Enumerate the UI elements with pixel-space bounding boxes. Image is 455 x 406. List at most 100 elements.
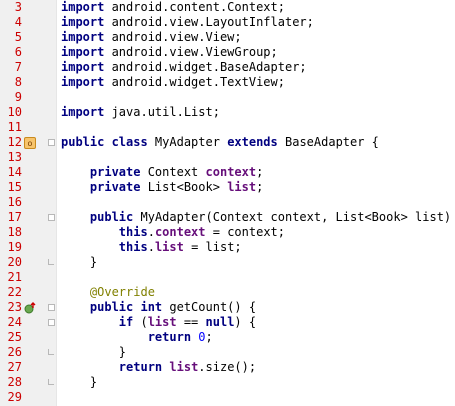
code-text: import android.view.ViewGroup; <box>61 45 278 60</box>
code-text: } <box>61 375 97 390</box>
code-token: = context; <box>205 225 285 239</box>
code-line[interactable]: public class MyAdapter extends BaseAdapt… <box>57 135 455 150</box>
code-token: null <box>205 315 235 329</box>
code-token: ) { <box>234 315 257 329</box>
code-text: import java.util.List; <box>61 105 220 120</box>
code-text: import android.widget.BaseAdapter; <box>61 60 307 75</box>
code-text: public MyAdapter(Context context, List<B… <box>61 210 455 225</box>
line-number: 13 <box>7 150 22 164</box>
code-line[interactable]: import android.widget.BaseAdapter; <box>57 60 455 75</box>
code-token: List<Book> <box>140 180 228 194</box>
line-number: 18 <box>7 225 22 239</box>
code-text: this.list = list; <box>61 240 242 255</box>
code-token: extends <box>227 135 278 149</box>
fold-end-icon[interactable] <box>48 379 54 385</box>
code-token: this <box>118 225 148 239</box>
code-token: android.widget.BaseAdapter; <box>104 60 307 74</box>
fold-expand-icon[interactable] <box>48 319 55 326</box>
code-token: list <box>227 180 257 194</box>
code-token: if <box>118 315 134 329</box>
override-method-icon[interactable] <box>24 302 36 314</box>
code-token: == <box>176 315 206 329</box>
code-line[interactable]: @Override <box>57 285 455 300</box>
line-number: 6 <box>14 45 22 59</box>
code-line[interactable]: private List<Book> list; <box>57 180 455 195</box>
code-text: this.context = context; <box>61 225 285 240</box>
code-line[interactable]: this.list = list; <box>57 240 455 255</box>
code-line[interactable]: public int getCount() { <box>57 300 455 315</box>
line-number: 7 <box>14 60 22 74</box>
line-number: 5 <box>14 30 22 44</box>
line-number: 28 <box>7 375 22 389</box>
code-token: MyAdapter <box>147 135 228 149</box>
code-line[interactable]: import android.widget.TextView; <box>57 75 455 90</box>
code-line[interactable]: return 0; <box>57 330 455 345</box>
line-number: 22 <box>7 285 22 299</box>
code-token: android.widget.TextView; <box>104 75 285 89</box>
code-text: import android.view.LayoutInflater; <box>61 15 314 30</box>
line-number: 23 <box>7 300 22 314</box>
code-line[interactable]: } <box>57 375 455 390</box>
code-token: ; <box>256 180 264 194</box>
code-line[interactable]: import android.view.View; <box>57 30 455 45</box>
line-number: 12 <box>7 135 22 149</box>
code-text: import android.widget.TextView; <box>61 75 285 90</box>
code-token: android.content.Context; <box>104 0 285 14</box>
code-line[interactable]: this.context = context; <box>57 225 455 240</box>
line-number: 27 <box>7 360 22 374</box>
line-number: 8 <box>14 75 22 89</box>
code-token: android.view.View; <box>104 30 242 44</box>
code-token: public <box>89 210 134 224</box>
code-line[interactable] <box>57 390 455 405</box>
code-token: . <box>147 240 155 254</box>
code-line[interactable]: import android.view.ViewGroup; <box>57 45 455 60</box>
code-line[interactable]: import android.view.LayoutInflater; <box>57 15 455 30</box>
code-line[interactable]: import android.content.Context; <box>57 0 455 15</box>
code-line[interactable]: import java.util.List; <box>57 105 455 120</box>
code-text: public int getCount() { <box>61 300 256 315</box>
code-line[interactable] <box>57 90 455 105</box>
code-line[interactable]: if (list == null) { <box>57 315 455 330</box>
line-number: 26 <box>7 345 22 359</box>
code-text: public class MyAdapter extends BaseAdapt… <box>61 135 379 150</box>
line-number: 19 <box>7 240 22 254</box>
fold-expand-icon[interactable] <box>48 214 55 221</box>
code-token: import <box>61 45 105 59</box>
code-line[interactable] <box>57 120 455 135</box>
fold-expand-icon[interactable] <box>48 139 55 146</box>
line-number: 11 <box>7 120 22 134</box>
code-token: = list; <box>183 240 242 254</box>
code-token: private <box>89 180 141 194</box>
code-text: return list.size(); <box>61 360 256 375</box>
code-line[interactable]: return list.size(); <box>57 360 455 375</box>
line-number: 3 <box>14 0 22 14</box>
code-line[interactable]: public MyAdapter(Context context, List<B… <box>57 210 455 225</box>
code-line[interactable] <box>57 195 455 210</box>
code-line[interactable]: } <box>57 345 455 360</box>
code-text: import android.view.View; <box>61 30 242 45</box>
code-text: private Context context; <box>61 165 263 180</box>
fold-end-icon[interactable] <box>48 349 54 355</box>
code-token: ; <box>256 165 264 179</box>
code-line[interactable] <box>57 150 455 165</box>
code-token: list <box>154 240 184 254</box>
code-token: import <box>61 105 105 119</box>
code-token: import <box>61 75 105 89</box>
code-token: import <box>61 15 105 29</box>
code-line[interactable]: } <box>57 255 455 270</box>
svg-text:o: o <box>28 139 33 148</box>
code-token: return <box>147 330 192 344</box>
code-token: android.view.LayoutInflater; <box>104 15 314 29</box>
code-text: if (list == null) { <box>61 315 256 330</box>
fold-end-icon[interactable] <box>48 259 54 265</box>
code-line[interactable]: private Context context; <box>57 165 455 180</box>
implemented-class-icon[interactable]: o <box>24 137 36 149</box>
code-line[interactable] <box>57 270 455 285</box>
fold-expand-icon[interactable] <box>48 304 55 311</box>
